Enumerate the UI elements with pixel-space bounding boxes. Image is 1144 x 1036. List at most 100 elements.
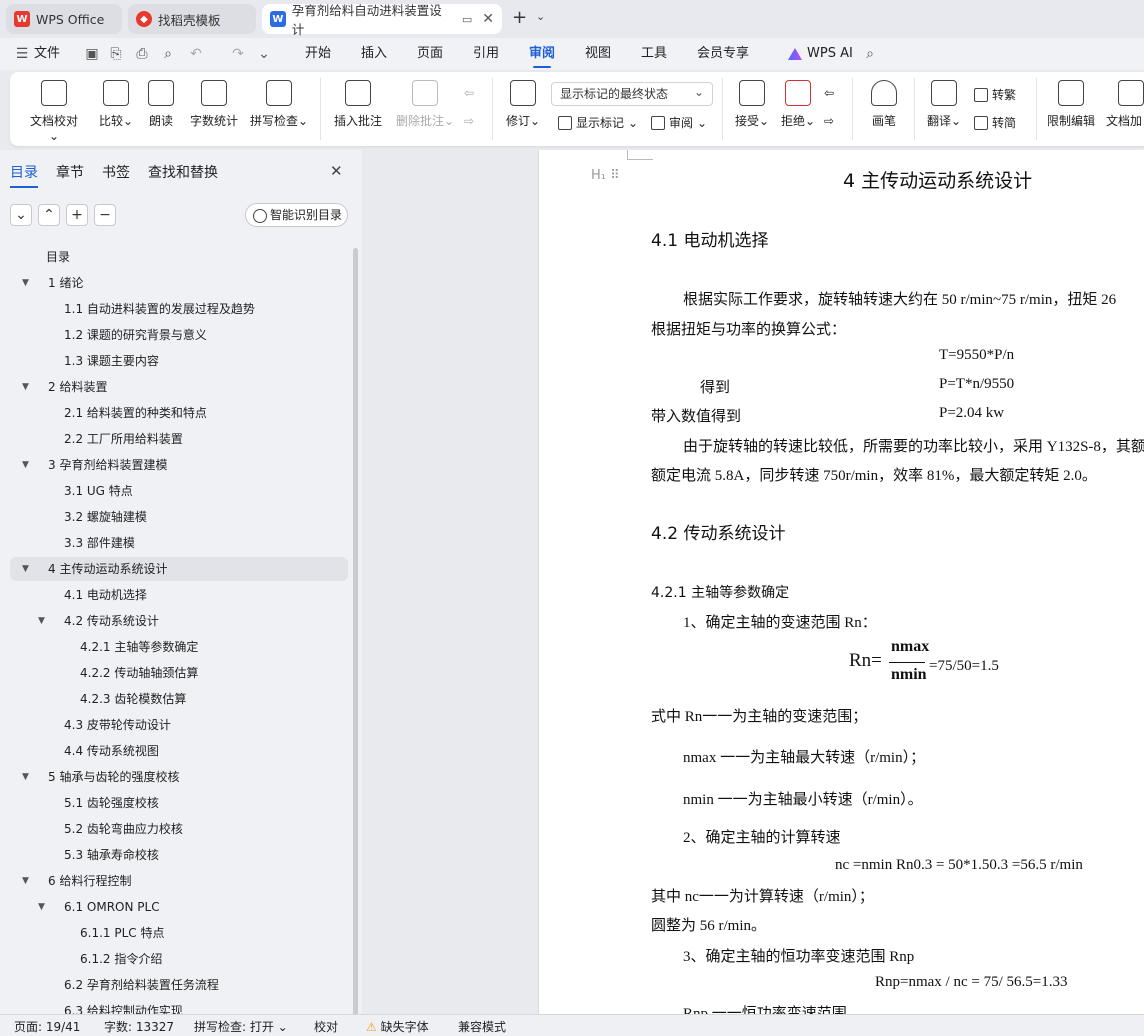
more-chevron-icon[interactable]: ⌄ — [256, 46, 272, 62]
expand-arrow-icon[interactable]: ▼ — [22, 453, 29, 477]
toc-item[interactable]: 4.2.3 齿轮模数估算 — [10, 687, 348, 711]
toc-item[interactable]: 目录 — [10, 245, 348, 269]
tab-document[interactable]: W 孕育剂给料自动进料装置设计 ▭ ✕ — [262, 3, 502, 37]
delete-comment-button[interactable]: 删除批注⌄ — [394, 80, 456, 129]
translate-button[interactable]: 翻译⌄ — [924, 80, 964, 129]
word-count-indicator[interactable]: 字数: 13327 — [104, 1018, 174, 1035]
toc-item[interactable]: 6.1.2 指令介绍 — [10, 947, 348, 971]
tab-bookmarks[interactable]: 书签 — [102, 162, 130, 182]
missing-font-status[interactable]: ⚠ 缺失字体 — [366, 1018, 429, 1035]
undo-icon[interactable]: ↶ — [188, 46, 204, 62]
toc-item[interactable]: ▼ 2 给料装置 — [10, 375, 348, 399]
menu-wps-ai[interactable]: WPS AI — [807, 38, 853, 70]
toc-item[interactable]: ▼ 5 轴承与齿轮的强度校核 — [10, 765, 348, 789]
menu-review[interactable]: 审阅 — [529, 38, 555, 70]
toc-item[interactable]: 2.2 工厂所用给料装置 — [10, 427, 348, 451]
toc-item[interactable]: 4.2.1 主轴等参数确定 — [10, 635, 348, 659]
search-icon[interactable]: ⌕ — [862, 46, 878, 62]
next-change-icon[interactable]: ⇨ — [824, 114, 834, 128]
proof-status[interactable]: 校对 — [314, 1018, 338, 1035]
word-count-button[interactable]: 字数统计 — [188, 80, 240, 129]
monitor-icon[interactable]: ▭ — [462, 13, 472, 26]
spell-check-button[interactable]: 拼写检查⌄ — [248, 80, 310, 129]
menu-view[interactable]: 视图 — [585, 38, 611, 70]
toc-item[interactable]: ▼ 3 孕育剂给料装置建模 — [10, 453, 348, 477]
toc-item[interactable]: 3.1 UG 特点 — [10, 479, 348, 503]
expand-arrow-icon[interactable]: ▼ — [38, 609, 45, 633]
remove-heading-button[interactable]: − — [94, 204, 116, 226]
toc-item[interactable]: 2.1 给料装置的种类和特点 — [10, 401, 348, 425]
page-indicator[interactable]: 页面: 19/41 — [14, 1018, 80, 1035]
pane-scrollbar[interactable] — [353, 248, 358, 1018]
tab-template[interactable]: ◆ 找稻壳模板 — [128, 4, 256, 34]
export-icon[interactable]: ⎘ — [108, 46, 124, 62]
toc-item[interactable]: 3.2 螺旋轴建模 — [10, 505, 348, 529]
next-comment-icon[interactable]: ⇨ — [464, 114, 474, 128]
accept-button[interactable]: 接受⌄ — [732, 80, 772, 129]
expand-arrow-icon[interactable]: ▼ — [22, 557, 29, 581]
toc-item[interactable]: 4.2.2 传动轴轴颈估算 — [10, 661, 348, 685]
menu-member[interactable]: 会员专享 — [697, 38, 749, 70]
toc-item[interactable]: 3.3 部件建模 — [10, 531, 348, 555]
compare-button[interactable]: 比较⌄ — [96, 80, 136, 129]
close-tab-icon[interactable]: ✕ — [482, 11, 494, 27]
review-pane-button[interactable]: 审阅 ⌄ — [651, 114, 707, 131]
toc-item[interactable]: ▼ 6 给料行程控制 — [10, 869, 348, 893]
heading-style-icon[interactable]: H₁ ⠿ — [591, 168, 620, 183]
menu-reference[interactable]: 引用 — [473, 38, 499, 70]
expand-arrow-icon[interactable]: ▼ — [22, 375, 29, 399]
new-tab-icon[interactable]: + — [512, 8, 527, 28]
toc-item[interactable]: 1.2 课题的研究背景与意义 — [10, 323, 348, 347]
spell-check-status[interactable]: 拼写检查: 打开 ⌄ — [194, 1018, 288, 1035]
tab-chapters[interactable]: 章节 — [56, 162, 84, 182]
prev-comment-icon[interactable]: ⇦ — [464, 86, 474, 100]
redo-icon[interactable]: ↷ — [230, 46, 246, 62]
show-markup-button[interactable]: 显示标记 ⌄ — [558, 114, 638, 131]
hamburger-menu-icon[interactable]: ☰ — [14, 46, 30, 62]
toc-item[interactable]: 5.2 齿轮弯曲应力校核 — [10, 817, 348, 841]
collapse-up-button[interactable]: ⌃ — [38, 204, 60, 226]
expand-arrow-icon[interactable]: ▼ — [22, 765, 29, 789]
close-pane-icon[interactable]: ✕ — [330, 162, 343, 180]
doc-encrypt-button[interactable]: 文档加 — [1106, 80, 1144, 129]
insert-comment-button[interactable]: 插入批注 — [332, 80, 384, 129]
tab-find-replace[interactable]: 查找和替换 — [148, 162, 218, 182]
reject-button[interactable]: 拒绝⌄ — [778, 80, 818, 129]
menu-insert[interactable]: 插入 — [361, 38, 387, 70]
toc-item[interactable]: 5.3 轴承寿命校核 — [10, 843, 348, 867]
toc-item[interactable]: ▼ 1 绪论 — [10, 271, 348, 295]
toc-item[interactable]: 5.1 齿轮强度校核 — [10, 791, 348, 815]
read-aloud-button[interactable]: 朗读 — [146, 80, 176, 129]
save-icon[interactable]: ▣ — [84, 46, 100, 62]
restrict-edit-button[interactable]: 限制编辑 — [1046, 80, 1096, 129]
toc-item[interactable]: 6.1.1 PLC 特点 — [10, 921, 348, 945]
tab-toc[interactable]: 目录 — [10, 162, 38, 188]
smart-detect-toc-button[interactable]: 智能识别目录 — [245, 203, 348, 227]
to-traditional-button[interactable]: 转繁 — [974, 86, 1016, 103]
toc-item[interactable]: 4.1 电动机选择 — [10, 583, 348, 607]
menu-file[interactable]: 文件 — [34, 38, 60, 70]
toc-item[interactable]: 1.1 自动进料装置的发展过程及趋势 — [10, 297, 348, 321]
revise-button[interactable]: 修订⌄ — [502, 80, 544, 129]
toc-item[interactable]: ▼ 6.1 OMRON PLC — [10, 895, 348, 919]
menu-page[interactable]: 页面 — [417, 38, 443, 70]
toc-item[interactable]: 6.2 孕育剂给料装置任务流程 — [10, 973, 348, 997]
print-preview-icon[interactable]: ⌕ — [160, 46, 176, 62]
collapse-down-button[interactable]: ⌄ — [10, 204, 32, 226]
prev-change-icon[interactable]: ⇦ — [824, 86, 834, 100]
pen-button[interactable]: 画笔 — [868, 80, 900, 129]
menu-tools[interactable]: 工具 — [641, 38, 667, 70]
expand-arrow-icon[interactable]: ▼ — [38, 895, 45, 919]
tab-wps-office[interactable]: W WPS Office — [6, 4, 122, 34]
toc-item[interactable]: ▼ 4 主传动运动系统设计 — [10, 557, 348, 581]
to-simplified-button[interactable]: 转简 — [974, 114, 1016, 131]
doc-check-button[interactable]: 文档校对⌄ — [26, 80, 82, 143]
tab-list-chevron-icon[interactable]: ⌄ — [536, 10, 545, 23]
print-icon[interactable]: ⎙ — [134, 46, 150, 62]
toc-item[interactable]: 4.4 传动系统视图 — [10, 739, 348, 763]
toc-item[interactable]: ▼ 4.2 传动系统设计 — [10, 609, 348, 633]
add-heading-button[interactable]: + — [66, 204, 88, 226]
toc-item[interactable]: 4.3 皮带轮传动设计 — [10, 713, 348, 737]
menu-home[interactable]: 开始 — [305, 38, 331, 70]
toc-item[interactable]: 1.3 课题主要内容 — [10, 349, 348, 373]
